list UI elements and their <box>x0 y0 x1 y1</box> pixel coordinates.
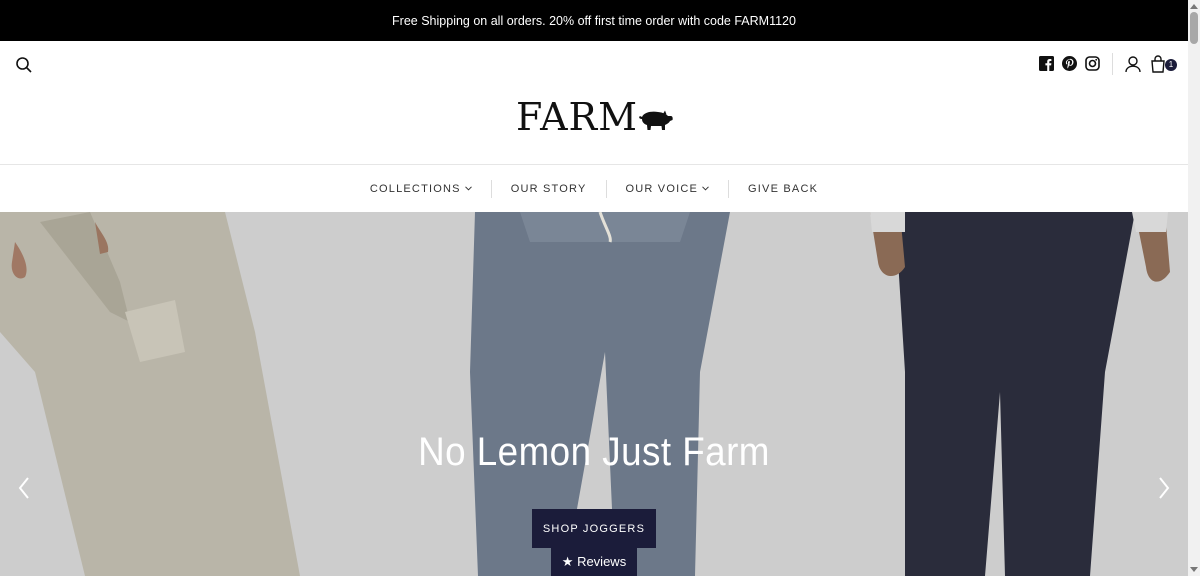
announcement-text: Free Shipping on all orders. 20% off fir… <box>392 13 796 28</box>
reviews-tab-button[interactable]: ★ Reviews <box>551 546 637 576</box>
announcement-bar: Free Shipping on all orders. 20% off fir… <box>0 0 1188 41</box>
scroll-thumb[interactable] <box>1190 12 1198 44</box>
nav-item-give-back[interactable]: GIVE BACK <box>729 180 837 198</box>
header-divider <box>1112 53 1113 75</box>
user-icon[interactable] <box>1124 55 1142 73</box>
nav-item-label: COLLECTIONS <box>369 182 461 195</box>
pig-icon <box>638 109 674 131</box>
facebook-icon[interactable] <box>1039 56 1054 71</box>
main-nav: COLLECTIONS OUR STORY OUR VOICE GIVE BAC… <box>0 165 1188 212</box>
site-logo[interactable]: FARM <box>516 97 674 137</box>
chevron-right-icon[interactable] <box>1154 474 1174 502</box>
nav-item-our-voice[interactable]: OUR VOICE <box>607 180 729 198</box>
nav-item-label: OUR STORY <box>510 182 587 195</box>
social-links <box>1039 56 1100 71</box>
nav-item-label: GIVE BACK <box>748 182 819 195</box>
nav-item-our-story[interactable]: OUR STORY <box>492 180 606 198</box>
nav-item-label: OUR VOICE <box>625 182 699 195</box>
hero-slideshow: No Lemon Just Farm SHOP JOGGERS ★ Review… <box>0 212 1188 576</box>
shopping-bag-icon[interactable]: 1 <box>1150 55 1177 75</box>
hero-title: No Lemon Just Farm <box>418 430 770 474</box>
shop-joggers-button[interactable]: SHOP JOGGERS <box>532 509 656 548</box>
search-icon[interactable] <box>14 55 34 75</box>
scroll-down-icon[interactable] <box>1190 567 1198 573</box>
chevron-down-icon <box>702 186 709 191</box>
cart-count-badge: 1 <box>1165 59 1177 71</box>
site-header: 1 FARM <box>0 41 1188 165</box>
instagram-icon[interactable] <box>1085 56 1100 71</box>
scroll-up-icon[interactable] <box>1190 3 1198 9</box>
page-scrollbar[interactable] <box>1188 0 1200 576</box>
pinterest-icon[interactable] <box>1062 56 1077 71</box>
chevron-left-icon[interactable] <box>14 474 34 502</box>
chevron-down-icon <box>464 186 472 191</box>
logo-text: FARM <box>516 95 639 139</box>
nav-item-collections[interactable]: COLLECTIONS <box>351 180 491 198</box>
